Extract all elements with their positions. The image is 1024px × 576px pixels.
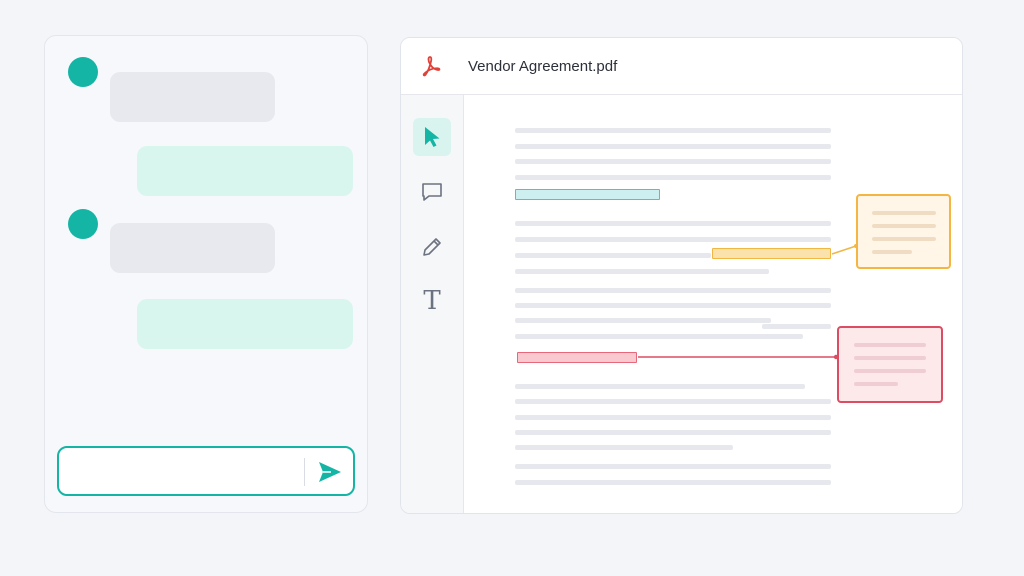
text-line: [515, 430, 831, 435]
tool-text[interactable]: T: [413, 282, 451, 320]
connector-amber: [831, 245, 857, 255]
document-page[interactable]: [464, 95, 962, 513]
chat-message-placeholder: [137, 299, 353, 349]
note-line: [854, 356, 926, 360]
text-line: [515, 253, 711, 258]
chat-input-box: [57, 446, 355, 496]
chat-panel: [44, 35, 368, 513]
text-line: [515, 415, 831, 420]
text-line: [515, 159, 831, 164]
note-line: [854, 369, 926, 373]
note-line: [854, 343, 926, 347]
comment-icon: [422, 183, 442, 201]
document-window: Vendor Agreement.pdf T: [400, 37, 963, 514]
text-line: [515, 128, 831, 133]
tool-comment[interactable]: [413, 173, 451, 211]
text-line: [762, 324, 831, 329]
text-line: [515, 480, 831, 485]
highlight-teal[interactable]: [515, 189, 660, 200]
chat-message-placeholder: [110, 72, 275, 122]
document-header: Vendor Agreement.pdf: [401, 38, 962, 95]
cursor-arrow-icon: [425, 127, 440, 147]
chat-message-input[interactable]: [69, 456, 295, 488]
send-icon: [319, 462, 341, 482]
chat-message-placeholder: [137, 146, 353, 196]
assistant-avatar: [68, 209, 98, 239]
tool-select[interactable]: [413, 118, 451, 156]
note-line: [872, 211, 936, 215]
text-icon: T: [423, 286, 441, 316]
text-line: [515, 318, 771, 323]
note-line: [872, 224, 936, 228]
highlight-amber[interactable]: [712, 248, 831, 259]
text-line: [515, 464, 831, 469]
text-line: [515, 269, 769, 274]
text-line: [515, 303, 831, 308]
text-line: [515, 334, 803, 339]
annotation-note-red[interactable]: [837, 326, 943, 403]
input-divider: [304, 458, 305, 486]
text-line: [515, 221, 831, 226]
send-button[interactable]: [313, 455, 347, 489]
pencil-icon: [423, 238, 441, 256]
annotation-note-amber[interactable]: [856, 194, 951, 269]
document-title: Vendor Agreement.pdf: [468, 58, 618, 75]
text-line: [515, 288, 831, 293]
tool-rail: T: [401, 95, 464, 513]
note-line: [872, 250, 912, 254]
text-line: [515, 445, 733, 450]
text-line: [515, 384, 805, 389]
note-line: [854, 382, 898, 386]
text-line: [515, 237, 831, 242]
text-line: [515, 399, 831, 404]
pdf-icon: [422, 56, 441, 77]
highlight-red[interactable]: [517, 352, 637, 363]
text-line: [515, 144, 831, 149]
assistant-avatar: [68, 57, 98, 87]
chat-message-placeholder: [110, 223, 275, 273]
tool-draw[interactable]: [413, 228, 451, 266]
note-line: [872, 237, 936, 241]
text-line: [515, 175, 831, 180]
